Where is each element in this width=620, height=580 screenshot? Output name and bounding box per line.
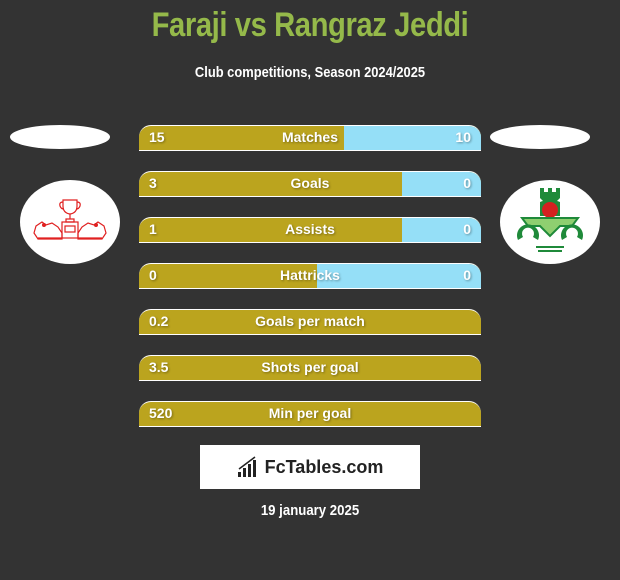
- stat-row: 0 Hattricks 0: [139, 263, 481, 289]
- left-player-name-placeholder: [10, 125, 110, 149]
- stat-row: 1 Assists 0: [139, 217, 481, 243]
- trophy-lions-crest-icon: [33, 199, 107, 240]
- stat-label: Min per goal: [268, 405, 352, 421]
- stat-label: Assists: [285, 221, 335, 237]
- stat-label: Goals per match: [255, 313, 365, 329]
- stat-row: 520 Min per goal: [139, 401, 481, 427]
- stat-row: 3 Goals 0: [139, 171, 481, 197]
- zob-ahan-crest-icon: [517, 188, 583, 252]
- right-player-name-placeholder: [490, 125, 590, 149]
- right-team-logo: [500, 180, 600, 264]
- left-team-logo: [20, 180, 120, 264]
- right-value: 0: [463, 175, 471, 191]
- brand-name: FcTables.com: [264, 456, 384, 477]
- bar-chart-icon: [237, 456, 256, 477]
- stat-label: Goals: [290, 175, 330, 191]
- stat-row: 3.5 Shots per goal: [139, 355, 481, 381]
- competition-subtitle: Club competitions, Season 2024/2025: [194, 64, 426, 81]
- right-value: 0: [463, 221, 471, 237]
- stat-label: Shots per goal: [261, 359, 359, 375]
- right-value: 0: [463, 267, 471, 283]
- stat-row: 15 Matches 10: [139, 125, 481, 151]
- fctables-brand-logo[interactable]: FcTables.com: [200, 445, 420, 489]
- page-title: Faraji vs Rangraz Jeddi: [151, 6, 469, 44]
- date-label: 19 january 2025: [260, 502, 360, 519]
- stat-row: 0.2 Goals per match: [139, 309, 481, 335]
- stat-label: Hattricks: [280, 267, 340, 283]
- stat-label: Matches: [281, 129, 339, 145]
- right-value: 10: [455, 129, 471, 145]
